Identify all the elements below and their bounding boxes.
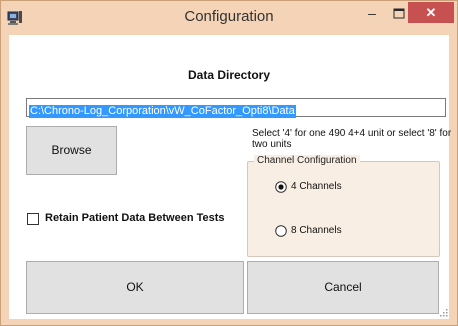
title-bar[interactable]: Configuration – ✕: [1, 1, 457, 35]
radio-4-channels[interactable]: [275, 181, 287, 193]
minimize-button[interactable]: –: [362, 6, 382, 24]
channel-configuration-group: [247, 161, 440, 257]
retain-patient-data-checkbox[interactable]: [27, 213, 39, 225]
radio-8-channels-label[interactable]: 8 Channels: [291, 225, 342, 236]
channel-configuration-title: Channel Configuration: [254, 155, 360, 166]
cancel-button[interactable]: Cancel: [247, 261, 439, 314]
data-directory-value: C:\Chrono-Log_Corporation\vW_CoFactor_Op…: [29, 105, 296, 118]
window-title: Configuration: [184, 8, 274, 25]
maximize-icon: [393, 8, 405, 19]
retain-patient-data-label[interactable]: Retain Patient Data Between Tests: [45, 212, 225, 224]
configuration-window: Configuration – ✕ Data Directory C:\Chro…: [0, 0, 458, 326]
data-directory-input[interactable]: C:\Chrono-Log_Corporation\vW_CoFactor_Op…: [26, 98, 446, 118]
maximize-button[interactable]: [390, 6, 410, 24]
radio-4-channels-label[interactable]: 4 Channels: [291, 181, 342, 192]
ok-button[interactable]: OK: [26, 261, 244, 314]
resize-grip-icon[interactable]: [439, 308, 448, 317]
dialog-body: Data Directory C:\Chrono-Log_Corporation…: [9, 35, 452, 319]
close-button[interactable]: ✕: [408, 2, 454, 23]
radio-8-channels[interactable]: [275, 225, 287, 237]
channel-hint-text: Select '4' for one 490 4+4 unit or selec…: [252, 128, 452, 150]
browse-button[interactable]: Browse: [26, 126, 117, 175]
data-directory-heading: Data Directory: [187, 68, 271, 82]
